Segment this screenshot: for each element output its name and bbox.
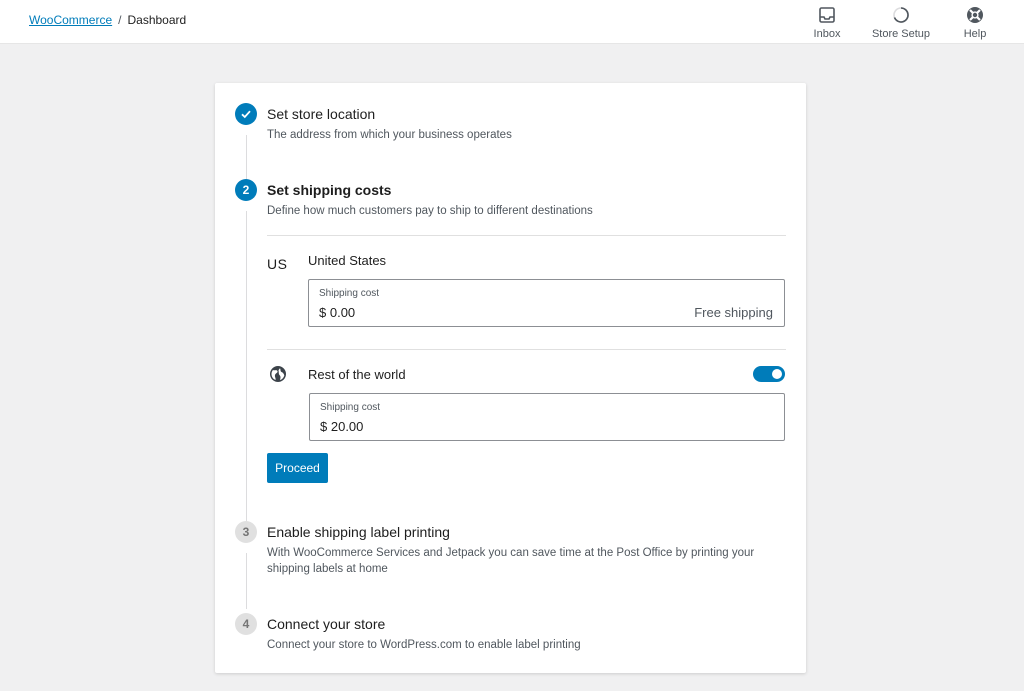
toggle-knob [772, 369, 782, 379]
help-lifebuoy-icon [966, 4, 984, 26]
step-description: Connect your store to WordPress.com to e… [267, 639, 581, 651]
top-actions: Inbox Store Setup Help [790, 4, 1012, 40]
inbox-icon [818, 4, 836, 26]
help-label: Help [963, 28, 987, 40]
divider [267, 349, 786, 350]
store-setup-label: Store Setup [871, 28, 931, 40]
field-value: $ 0.00 [319, 305, 356, 320]
breadcrumb-current: Dashboard [127, 13, 187, 27]
inbox-button[interactable]: Inbox [790, 4, 864, 40]
step-title: Set store location [267, 106, 376, 122]
progress-circle-icon [892, 4, 910, 26]
us-shipping-cost-input[interactable]: Shipping cost $ 0.00 Free shipping [308, 279, 785, 327]
store-setup-button[interactable]: Store Setup [864, 4, 938, 40]
step-set-shipping-costs: 2 Set shipping costs Define how much cus… [235, 179, 786, 489]
zone-name: Rest of the world [308, 367, 406, 382]
step-connector-line [246, 553, 247, 609]
rest-of-world-shipping-cost-input[interactable]: Shipping cost $ 20.00 [309, 393, 785, 441]
step-number-badge: 3 [235, 521, 257, 543]
zone-name: United States [308, 253, 387, 268]
checkmark-icon [235, 103, 257, 125]
help-button[interactable]: Help [938, 4, 1012, 40]
step-title: Connect your store [267, 616, 386, 632]
field-label: Shipping cost [320, 402, 381, 413]
step-description: The address from which your business ope… [267, 129, 512, 141]
divider [267, 235, 786, 236]
proceed-button[interactable]: Proceed [267, 453, 328, 483]
step-number-badge: 4 [235, 613, 257, 635]
zone-country-code: US [267, 256, 288, 272]
free-shipping-label: Free shipping [694, 305, 773, 320]
step-title: Enable shipping label printing [267, 524, 450, 540]
rest-of-world-toggle[interactable] [753, 366, 785, 382]
field-value: $ 20.00 [320, 419, 364, 434]
globe-icon [269, 365, 287, 383]
top-bar: WooCommerce / Dashboard Inbox Store Setu… [0, 0, 1024, 44]
field-label: Shipping cost [319, 288, 380, 299]
breadcrumb-woocommerce-link[interactable]: WooCommerce [29, 13, 112, 27]
breadcrumb: WooCommerce / Dashboard [29, 13, 186, 27]
step-connector-line [246, 135, 247, 183]
breadcrumb-separator: / [118, 13, 122, 27]
shipping-setup-card: Set store location The address from whic… [215, 83, 806, 673]
step-number-badge: 2 [235, 179, 257, 201]
inbox-label: Inbox [813, 28, 841, 40]
step-description: Define how much customers pay to ship to… [267, 205, 593, 217]
step-description: With WooCommerce Services and Jetpack yo… [267, 547, 755, 575]
step-title: Set shipping costs [267, 182, 392, 198]
